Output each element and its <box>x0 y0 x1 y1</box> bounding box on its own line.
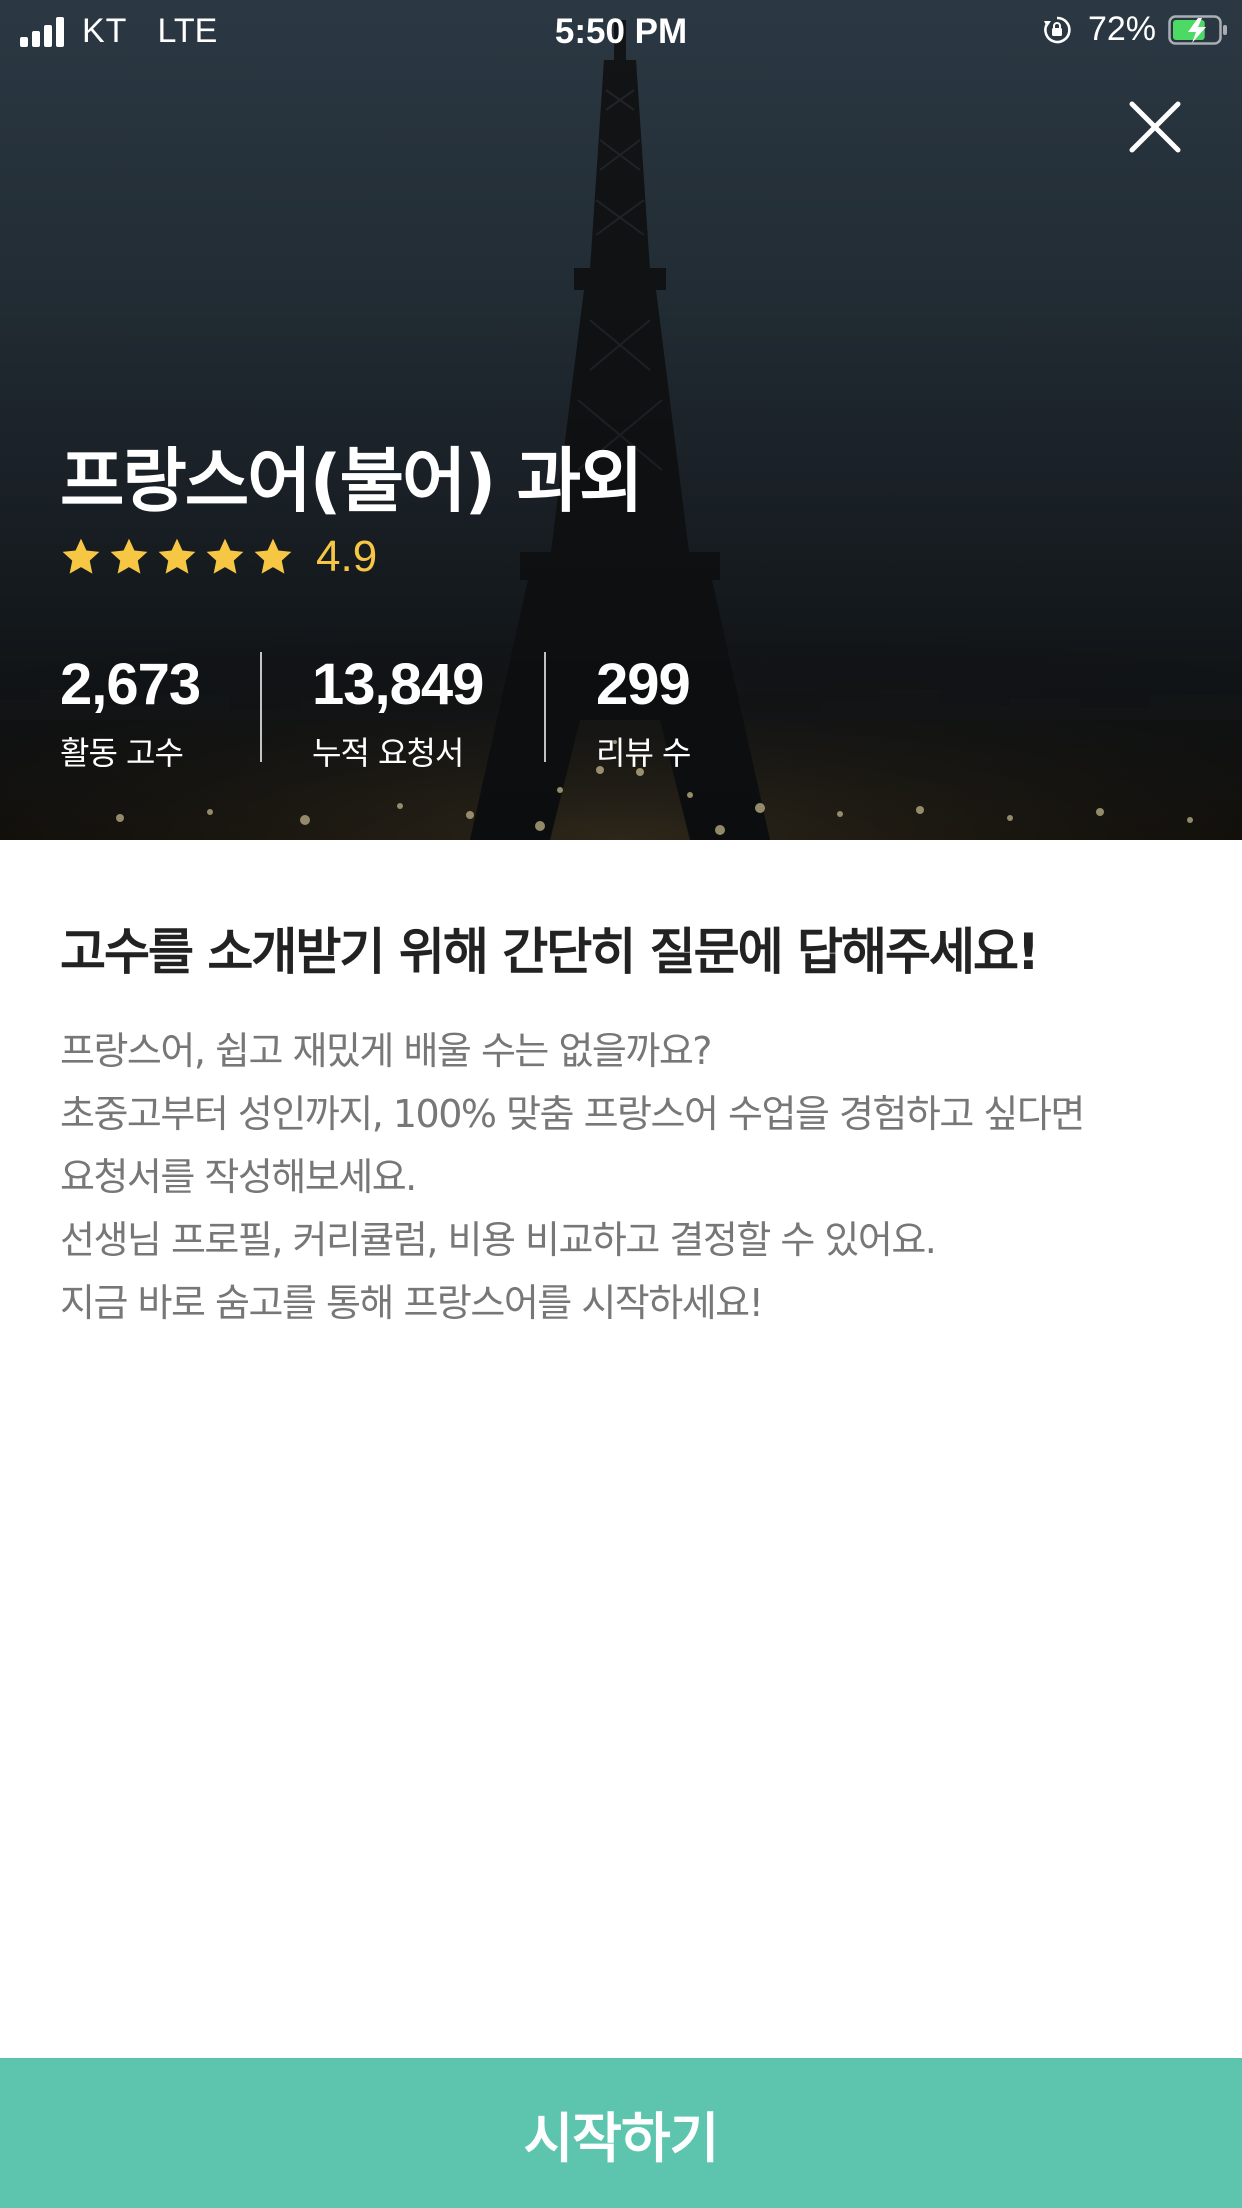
hero-banner: KT LTE 5:50 PM 72% 프랑스어(불어) 과외 4.9 2,673… <box>0 0 1242 840</box>
star-icon <box>254 538 292 574</box>
description-line: 선생님 프로필, 커리큘럼, 비용 비교하고 결정할 수 있어요. <box>60 1218 937 1262</box>
section-heading: 고수를 소개받기 위해 간단히 질문에 답해주세요! <box>60 923 1040 981</box>
stat-divider <box>260 652 262 762</box>
stat-value: 13,849 <box>312 652 484 717</box>
stat-value: 299 <box>596 652 691 717</box>
description-line: 요청서를 작성해보세요. <box>60 1155 417 1199</box>
battery-charging-icon <box>1168 14 1227 45</box>
description-line: 초중고부터 성인까지, 100% 맞춤 프랑스어 수업을 경험하고 싶다면 <box>60 1092 1085 1136</box>
page-title: 프랑스어(불어) 과외 <box>60 440 644 522</box>
description-line: 프랑스어, 쉽고 재밌게 배울 수는 없을까요? <box>60 1029 712 1073</box>
stat-label: 리뷰 수 <box>596 734 691 772</box>
stat-total-requests: 13,849 누적 요청서 <box>312 650 484 774</box>
close-icon[interactable] <box>1120 92 1190 162</box>
stat-review-count: 299 리뷰 수 <box>596 650 691 774</box>
stat-divider <box>544 652 546 762</box>
star-icon <box>110 538 148 574</box>
star-rating <box>60 536 300 578</box>
start-button-label: 시작하기 <box>523 2106 720 2170</box>
start-button[interactable]: 시작하기 <box>0 2058 1242 2208</box>
stat-label: 누적 요청서 <box>312 734 464 772</box>
orientation-lock-icon <box>1043 16 1071 43</box>
stat-label: 활동 고수 <box>60 734 184 772</box>
star-icon <box>158 538 196 574</box>
stat-active-experts: 2,673 활동 고수 <box>60 650 201 774</box>
rating-score: 4.9 <box>316 532 378 581</box>
description: 프랑스어, 쉽고 재밌게 배울 수는 없을까요? 초중고부터 성인까지, 100… <box>60 1020 1200 1335</box>
star-icon <box>62 538 100 574</box>
description-line: 지금 바로 숨고를 통해 프랑스어를 시작하세요! <box>60 1281 764 1325</box>
stat-value: 2,673 <box>60 652 201 717</box>
status-bar: KT LTE 5:50 PM 72% <box>0 0 1242 62</box>
rating: 4.9 <box>60 532 377 582</box>
battery-percent: 72% <box>1087 10 1156 48</box>
star-icon <box>206 538 244 574</box>
